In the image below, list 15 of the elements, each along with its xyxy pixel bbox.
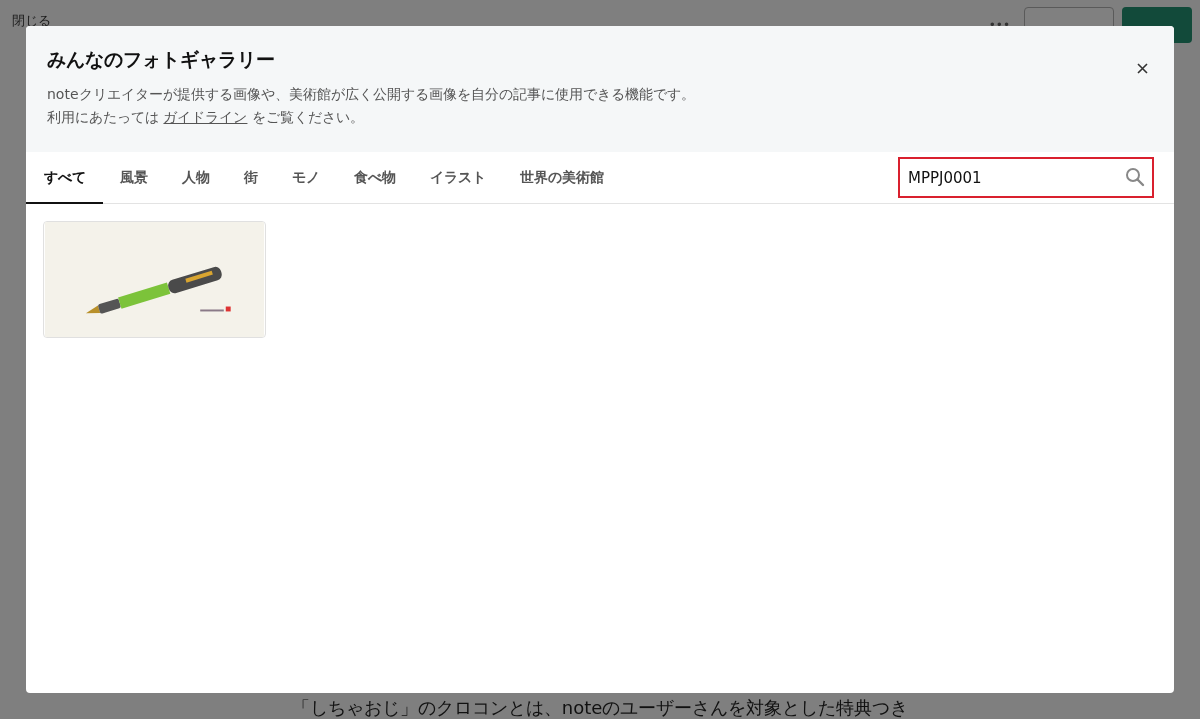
guideline-link[interactable]: ガイドライン <box>163 109 248 125</box>
category-tab[interactable]: すべて <box>26 152 103 204</box>
search-field[interactable]: MPPJ0001 <box>898 157 1154 198</box>
category-tab[interactable]: 街 <box>227 152 275 204</box>
category-tab[interactable]: 世界の美術館 <box>503 152 621 204</box>
close-icon <box>1137 63 1148 74</box>
article-text: 「しちゃおじ」のクロコンとは、noteのユーザーさんを対象とした特典つき <box>290 696 910 719</box>
dialog-description: noteクリエイターが提供する画像や、美術館が広く公開する画像を自分の記事に使用できる機能です。 利用にあたっては ガイドライン をご覧ください。 <box>47 85 696 127</box>
category-tab[interactable]: 風景 <box>103 152 165 204</box>
search-icon[interactable] <box>1125 167 1145 187</box>
dialog-title: みんなのフォトギャラリー <box>47 48 275 71</box>
category-tab[interactable]: モノ <box>275 152 337 204</box>
category-tab[interactable]: 人物 <box>165 152 227 204</box>
category-tab[interactable]: 食べ物 <box>337 152 413 204</box>
category-tab[interactable]: イラスト <box>413 152 503 204</box>
